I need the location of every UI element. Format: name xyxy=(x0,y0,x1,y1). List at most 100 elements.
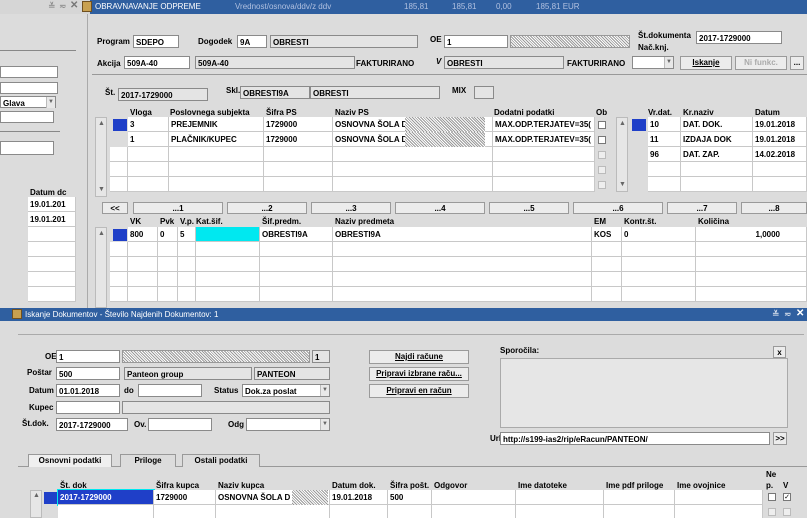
dialog-maximize-icon[interactable]: ≂ xyxy=(784,309,792,320)
glava-dropdown-icon[interactable]: ▼ xyxy=(46,97,55,108)
items-row-4-vp[interactable] xyxy=(178,272,196,287)
items-row-1-pvk[interactable]: 0 xyxy=(158,227,178,242)
left-datum-row-7[interactable] xyxy=(28,287,76,302)
items-row-3-sel[interactable] xyxy=(110,257,128,272)
left-datum-row-3[interactable] xyxy=(28,227,76,242)
dates-row-5-datum[interactable] xyxy=(753,177,807,192)
grid-scroll-up-icon[interactable]: ▲ xyxy=(33,492,40,499)
subjects-row-1-subjekt[interactable]: PREJEMNIK xyxy=(169,117,264,132)
subjects-row-4-sifra[interactable] xyxy=(264,162,333,177)
nav-page-5-button[interactable]: ...5 xyxy=(489,202,569,214)
grid-row-2-p-checkbox[interactable] xyxy=(768,508,776,516)
subjects-row-1-ob-checkbox[interactable] xyxy=(598,121,606,129)
dates-row-4-krnaziv[interactable] xyxy=(681,162,753,177)
nac-knj-dropdown-icon[interactable]: ▼ xyxy=(664,57,673,68)
items-row-1-vk[interactable]: 800 xyxy=(128,227,158,242)
items-row-5-em[interactable] xyxy=(592,287,622,302)
items-row-5-kolicina[interactable] xyxy=(696,287,807,302)
subjects-row-4-subjekt[interactable] xyxy=(169,162,264,177)
minimize-icon[interactable]: ≚ xyxy=(48,1,56,12)
subjects-row-4-ob-checkbox[interactable] xyxy=(598,166,606,174)
left-datum-row-4[interactable] xyxy=(28,242,76,257)
left-field-4[interactable] xyxy=(0,141,54,155)
tab-osnovni-podatki[interactable]: Osnovni podatki xyxy=(28,454,112,467)
nav-page-8-button[interactable]: ...8 xyxy=(741,202,807,214)
items-row-1-katsif[interactable] xyxy=(196,227,260,242)
subjects-row-5-sifra[interactable] xyxy=(264,177,333,192)
subjects-row-4-vloga[interactable] xyxy=(128,162,169,177)
najdi-racune-button[interactable]: Najdi račune xyxy=(369,350,469,364)
dates-row-3-vrdat[interactable]: 96 xyxy=(648,147,681,162)
subjects-row-3-sel[interactable] xyxy=(110,147,128,162)
grid-row-1-p-checkbox[interactable] xyxy=(768,493,776,501)
dates-row-2-krnaziv[interactable]: IZDAJA DOK xyxy=(681,132,753,147)
subjects-row-2-dodatni[interactable]: MAX.ODP.TERJATEV=35( xyxy=(493,132,595,147)
nav-first-button[interactable]: << xyxy=(102,202,128,214)
items-row-5-vk[interactable] xyxy=(128,287,158,302)
items-row-3-kontr[interactable] xyxy=(622,257,696,272)
grid-row-1-v-checkbox[interactable]: ✓ xyxy=(783,493,791,501)
left-datum-row-6[interactable] xyxy=(28,272,76,287)
grid-row-1-sifrakupca[interactable]: 1729000 xyxy=(154,490,216,505)
sporocila-close-button[interactable]: x xyxy=(773,346,786,358)
nav-page-2-button[interactable]: ...2 xyxy=(227,202,307,214)
items-row-2-pvk[interactable] xyxy=(158,242,178,257)
dialog-close-icon[interactable]: ✕ xyxy=(796,308,804,319)
nav-page-3-button[interactable]: ...3 xyxy=(311,202,391,214)
items-row-3-vp[interactable] xyxy=(178,257,196,272)
akcija-field[interactable]: 509A-40 xyxy=(124,56,190,69)
subjects-row-3-sifra[interactable] xyxy=(264,147,333,162)
iskanje-button[interactable]: Iskanje xyxy=(680,56,732,70)
items-row-4-naziv[interactable] xyxy=(333,272,592,287)
grid-row-1-datumdok[interactable]: 19.01.2018 xyxy=(330,490,388,505)
grid-row-1-imedatoteke[interactable] xyxy=(516,490,604,505)
subjects-row-2-ob-checkbox[interactable] xyxy=(598,136,606,144)
subjects-row-3-vloga[interactable] xyxy=(128,147,169,162)
items-row-4-em[interactable] xyxy=(592,272,622,287)
subjects-row-2-subjekt[interactable]: PLAČNIK/KUPEC xyxy=(169,132,264,147)
subjects-row-4-sel[interactable] xyxy=(110,162,128,177)
grid-row-2-datumdok[interactable] xyxy=(330,505,388,518)
dlg-datum-field[interactable]: 01.01.2018 xyxy=(56,384,120,397)
maximize-icon[interactable]: ≂ xyxy=(59,1,67,12)
nav-page-1-button[interactable]: ...1 xyxy=(133,202,223,214)
subjects-row-1-dodatni[interactable]: MAX.ODP.TERJATEV=35( xyxy=(493,117,595,132)
dlg-status-dropdown-icon[interactable]: ▼ xyxy=(320,385,329,396)
grid-row-2-nazivkupca[interactable] xyxy=(216,505,330,518)
items-row-5-sel[interactable] xyxy=(110,287,128,302)
nav-page-7-button[interactable]: ...7 xyxy=(667,202,737,214)
url-field[interactable]: http://s199-ias2/rip/eRacun/PANTEON/ xyxy=(500,432,770,445)
dates-scroll-down-icon[interactable]: ▼ xyxy=(619,181,626,188)
items-row-4-vk[interactable] xyxy=(128,272,158,287)
dogodek-field[interactable]: 9A xyxy=(237,35,267,48)
items-row-5-vp[interactable] xyxy=(178,287,196,302)
items-scroll-up-icon[interactable]: ▲ xyxy=(98,230,105,237)
dlg-postar-field[interactable]: 500 xyxy=(56,367,120,380)
subjects-row-3-naziv[interactable] xyxy=(333,147,493,162)
items-row-3-kolicina[interactable] xyxy=(696,257,807,272)
grid-row-1-sifrapost[interactable]: 500 xyxy=(388,490,432,505)
items-row-2-katsif[interactable] xyxy=(196,242,260,257)
items-row-2-kolicina[interactable] xyxy=(696,242,807,257)
dlg-kupec-field[interactable] xyxy=(56,401,120,414)
dates-row-3-krnaziv[interactable]: DAT. ZAP. xyxy=(681,147,753,162)
pripravi-izbrane-button[interactable]: Pripravi izbrane raču... xyxy=(369,367,469,381)
sporocila-textarea[interactable] xyxy=(500,358,788,428)
dialog-minimize-icon[interactable]: ≚ xyxy=(772,309,780,320)
dates-row-5-krnaziv[interactable] xyxy=(681,177,753,192)
dates-row-1-krnaziv[interactable]: DAT. DOK. xyxy=(681,117,753,132)
grid-row-2-sifrapost[interactable] xyxy=(388,505,432,518)
program-field[interactable]: SDEPO xyxy=(133,35,179,48)
items-row-1-em[interactable]: KOS xyxy=(592,227,622,242)
subjects-row-1-vloga[interactable]: 3 xyxy=(128,117,169,132)
grid-row-2-v-checkbox[interactable] xyxy=(783,508,791,516)
subjects-row-3-ob-checkbox[interactable] xyxy=(598,151,606,159)
subjects-row-1-selector[interactable] xyxy=(113,119,127,131)
items-row-4-kolicina[interactable] xyxy=(696,272,807,287)
subjects-scrollbar[interactable] xyxy=(95,117,107,197)
left-datum-row-2[interactable]: 19.01.201 xyxy=(28,212,76,227)
st-dokumenta-field[interactable]: 2017-1729000 xyxy=(696,31,782,44)
items-row-1-sifpredm[interactable]: OBRESTI9A xyxy=(260,227,333,242)
grid-row-2-stdok[interactable] xyxy=(58,505,154,518)
items-scrollbar[interactable] xyxy=(95,227,107,308)
